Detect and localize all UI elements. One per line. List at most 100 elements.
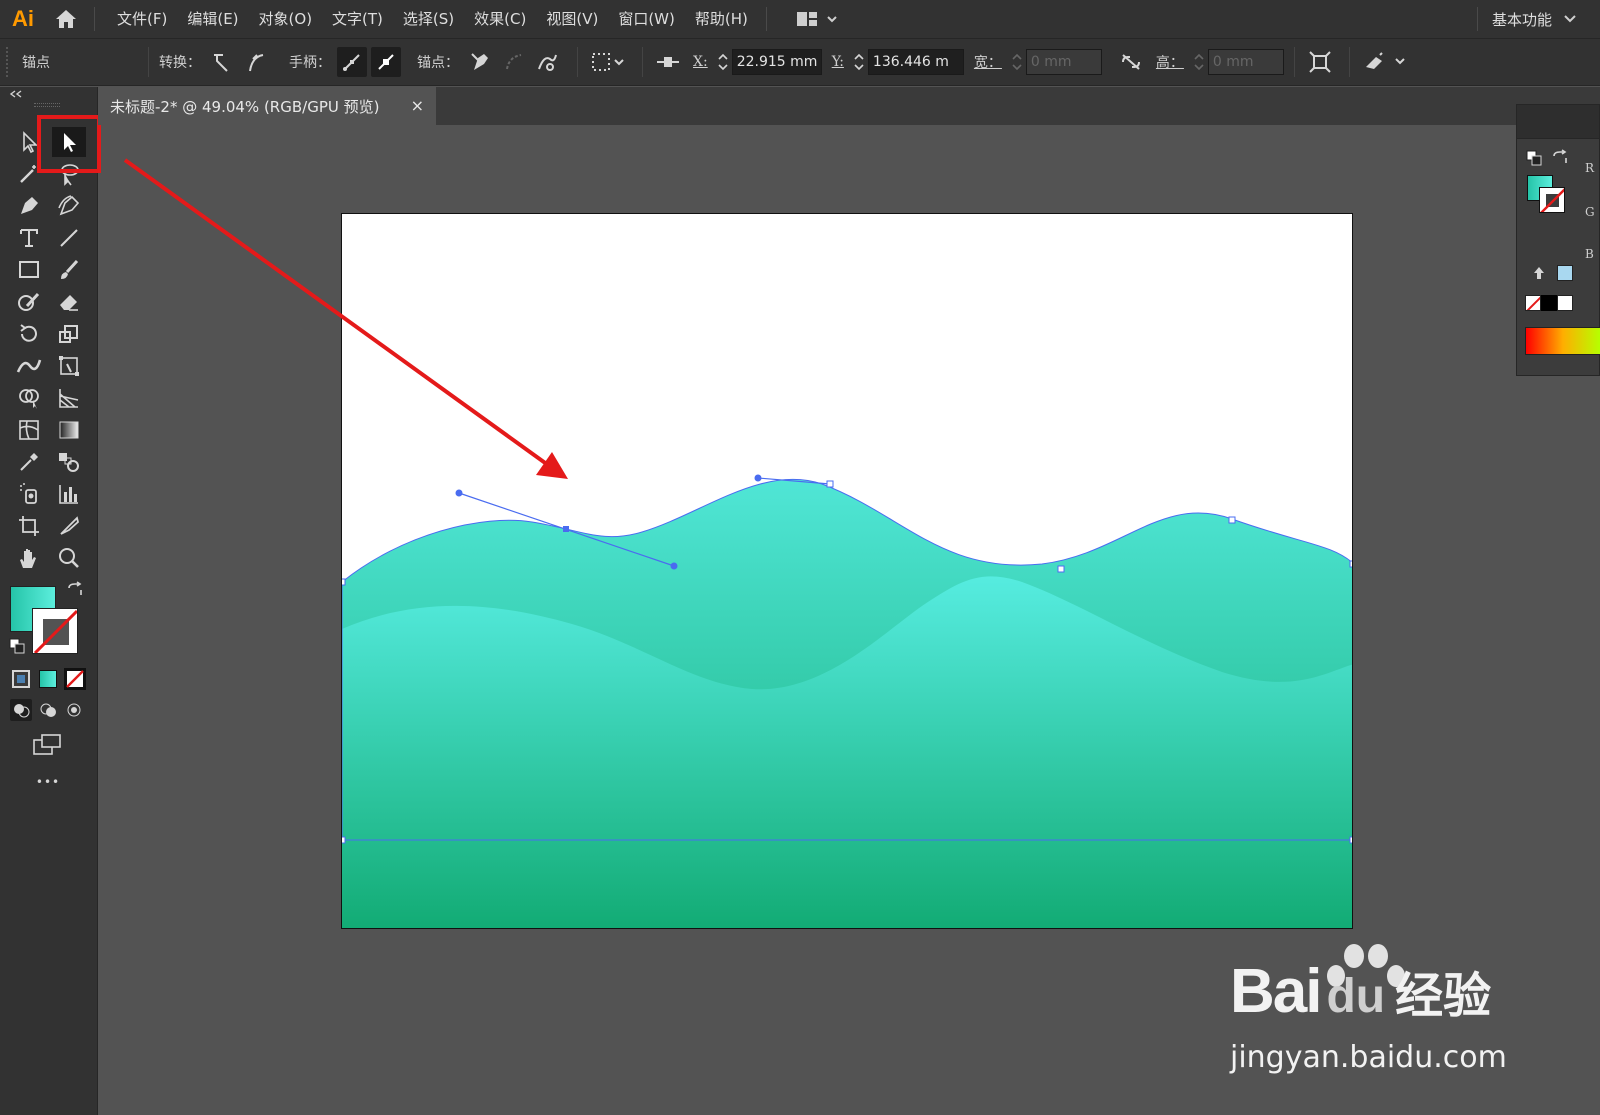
width-stepper[interactable] (1008, 48, 1026, 76)
workspace-switcher[interactable]: 基本功能 (1476, 0, 1580, 38)
paintbrush-tool[interactable] (52, 255, 86, 285)
anchor-point[interactable] (1057, 565, 1065, 573)
line-segment-tool[interactable] (52, 223, 86, 253)
menu-view[interactable]: 视图(V) (536, 0, 608, 38)
menu-object[interactable]: 对象(O) (249, 0, 323, 38)
width-tool[interactable] (12, 351, 46, 381)
handle-point[interactable] (754, 474, 762, 482)
panel-grip[interactable] (6, 47, 14, 77)
anchor-point[interactable] (826, 480, 834, 488)
swap-fill-stroke-icon[interactable] (66, 581, 84, 599)
zoom-tool[interactable] (52, 543, 86, 573)
none-swatch[interactable] (1525, 295, 1541, 311)
menu-type[interactable]: 文字(T) (322, 0, 393, 38)
hide-handles-button[interactable] (371, 47, 401, 77)
document-tab-title: 未标题-2* @ 49.04% (RGB/GPU 预览) (110, 97, 380, 116)
perspective-grid-tool[interactable] (52, 383, 86, 413)
scale-tool[interactable] (52, 319, 86, 349)
convert-to-corner-button[interactable] (207, 47, 237, 77)
artboard[interactable] (341, 213, 1353, 929)
reference-point-button[interactable] (653, 47, 683, 77)
shape-builder-icon (19, 389, 39, 409)
closest-color-swatch[interactable] (1557, 265, 1573, 281)
screen-mode-button[interactable] (32, 732, 64, 758)
type-tool[interactable] (12, 223, 46, 253)
menu-window[interactable]: 窗口(W) (608, 0, 685, 38)
x-input[interactable]: 22.915 mm (731, 49, 822, 75)
document-tab[interactable]: 未标题-2* @ 49.04% (RGB/GPU 预览) × (98, 87, 436, 125)
transform-button[interactable] (1305, 47, 1335, 77)
width-input[interactable]: 0 mm (1025, 49, 1102, 75)
arrange-documents-button[interactable] (795, 9, 839, 29)
panel-stroke-swatch[interactable] (1539, 187, 1565, 213)
menu-edit[interactable]: 编辑(E) (177, 0, 248, 38)
convert-to-smooth-button[interactable] (241, 47, 271, 77)
menu-help[interactable]: 帮助(H) (685, 0, 758, 38)
height-stepper[interactable] (1190, 48, 1208, 76)
edit-toolbar-button[interactable]: ••• (28, 775, 68, 789)
draw-inside-button[interactable] (63, 699, 85, 721)
cut-path-button[interactable] (533, 47, 563, 77)
x-stepper[interactable] (714, 48, 732, 76)
stroke-swatch[interactable] (32, 608, 78, 654)
constrain-proportions-button[interactable] (1116, 47, 1146, 77)
color-mode-button[interactable] (12, 670, 30, 688)
rectangle-tool[interactable] (12, 255, 46, 285)
draw-normal-button[interactable] (10, 699, 32, 721)
panel-grip[interactable] (34, 103, 60, 107)
anchor-point[interactable] (1349, 836, 1353, 844)
artboard-tool[interactable] (12, 511, 46, 541)
close-tab-icon[interactable]: × (411, 96, 424, 115)
mesh-tool[interactable] (12, 415, 46, 445)
white-swatch[interactable] (1557, 295, 1573, 311)
anchor-point[interactable] (1228, 516, 1236, 524)
y-input[interactable]: 136.446 m (867, 49, 964, 75)
draw-behind-button[interactable] (37, 699, 59, 721)
default-fill-stroke-icon[interactable] (1525, 149, 1543, 167)
y-stepper[interactable] (850, 48, 868, 76)
free-transform-tool[interactable] (52, 351, 86, 381)
eyedropper-tool[interactable] (12, 447, 46, 477)
remove-anchor-button[interactable] (465, 47, 495, 77)
gradient-mode-button[interactable] (39, 670, 57, 688)
show-handles-button[interactable] (337, 47, 367, 77)
x-field[interactable]: 22.915 mm (714, 48, 822, 76)
curvature-tool[interactable] (52, 191, 86, 221)
selected-anchor-point[interactable] (563, 526, 569, 532)
handle-point[interactable] (670, 562, 678, 570)
none-mode-button[interactable] (64, 668, 86, 690)
puppet-warp-button[interactable] (1360, 47, 1412, 77)
menu-effect[interactable]: 效果(C) (464, 0, 536, 38)
pen-tool[interactable] (12, 191, 46, 221)
anchor-point[interactable] (342, 836, 346, 844)
color-panel-header[interactable] (1517, 105, 1599, 139)
width-field[interactable]: 0 mm (1008, 48, 1102, 76)
height-input[interactable]: 0 mm (1207, 49, 1284, 75)
black-swatch[interactable] (1541, 295, 1557, 311)
handle-point[interactable] (455, 489, 463, 497)
swap-fill-stroke-icon[interactable] (1551, 149, 1569, 167)
menu-file[interactable]: 文件(F) (107, 0, 177, 38)
shaper-tool[interactable] (12, 287, 46, 317)
anchor-point[interactable] (342, 578, 346, 586)
blend-tool[interactable] (52, 447, 86, 477)
hand-tool[interactable] (12, 543, 46, 573)
column-graph-tool[interactable] (52, 479, 86, 509)
rotate-tool[interactable] (12, 319, 46, 349)
color-spectrum-bar[interactable] (1525, 327, 1600, 355)
isolate-selection-button[interactable] (588, 47, 628, 77)
y-field[interactable]: 136.446 m (850, 48, 964, 76)
height-field[interactable]: 0 mm (1190, 48, 1284, 76)
shape-builder-tool[interactable] (12, 383, 46, 413)
collapse-panel-icon[interactable] (8, 89, 28, 99)
gradient-tool[interactable] (52, 415, 86, 445)
symbol-sprayer-tool[interactable] (12, 479, 46, 509)
menu-select[interactable]: 选择(S) (393, 0, 464, 38)
default-fill-stroke-icon[interactable] (8, 637, 26, 655)
connect-endpoints-button[interactable] (499, 47, 529, 77)
out-of-gamut-icon[interactable] (1531, 265, 1547, 281)
anchor-point[interactable] (1349, 560, 1353, 568)
slice-tool[interactable] (52, 511, 86, 541)
eraser-tool[interactable] (52, 287, 86, 317)
home-icon[interactable] (46, 0, 86, 38)
